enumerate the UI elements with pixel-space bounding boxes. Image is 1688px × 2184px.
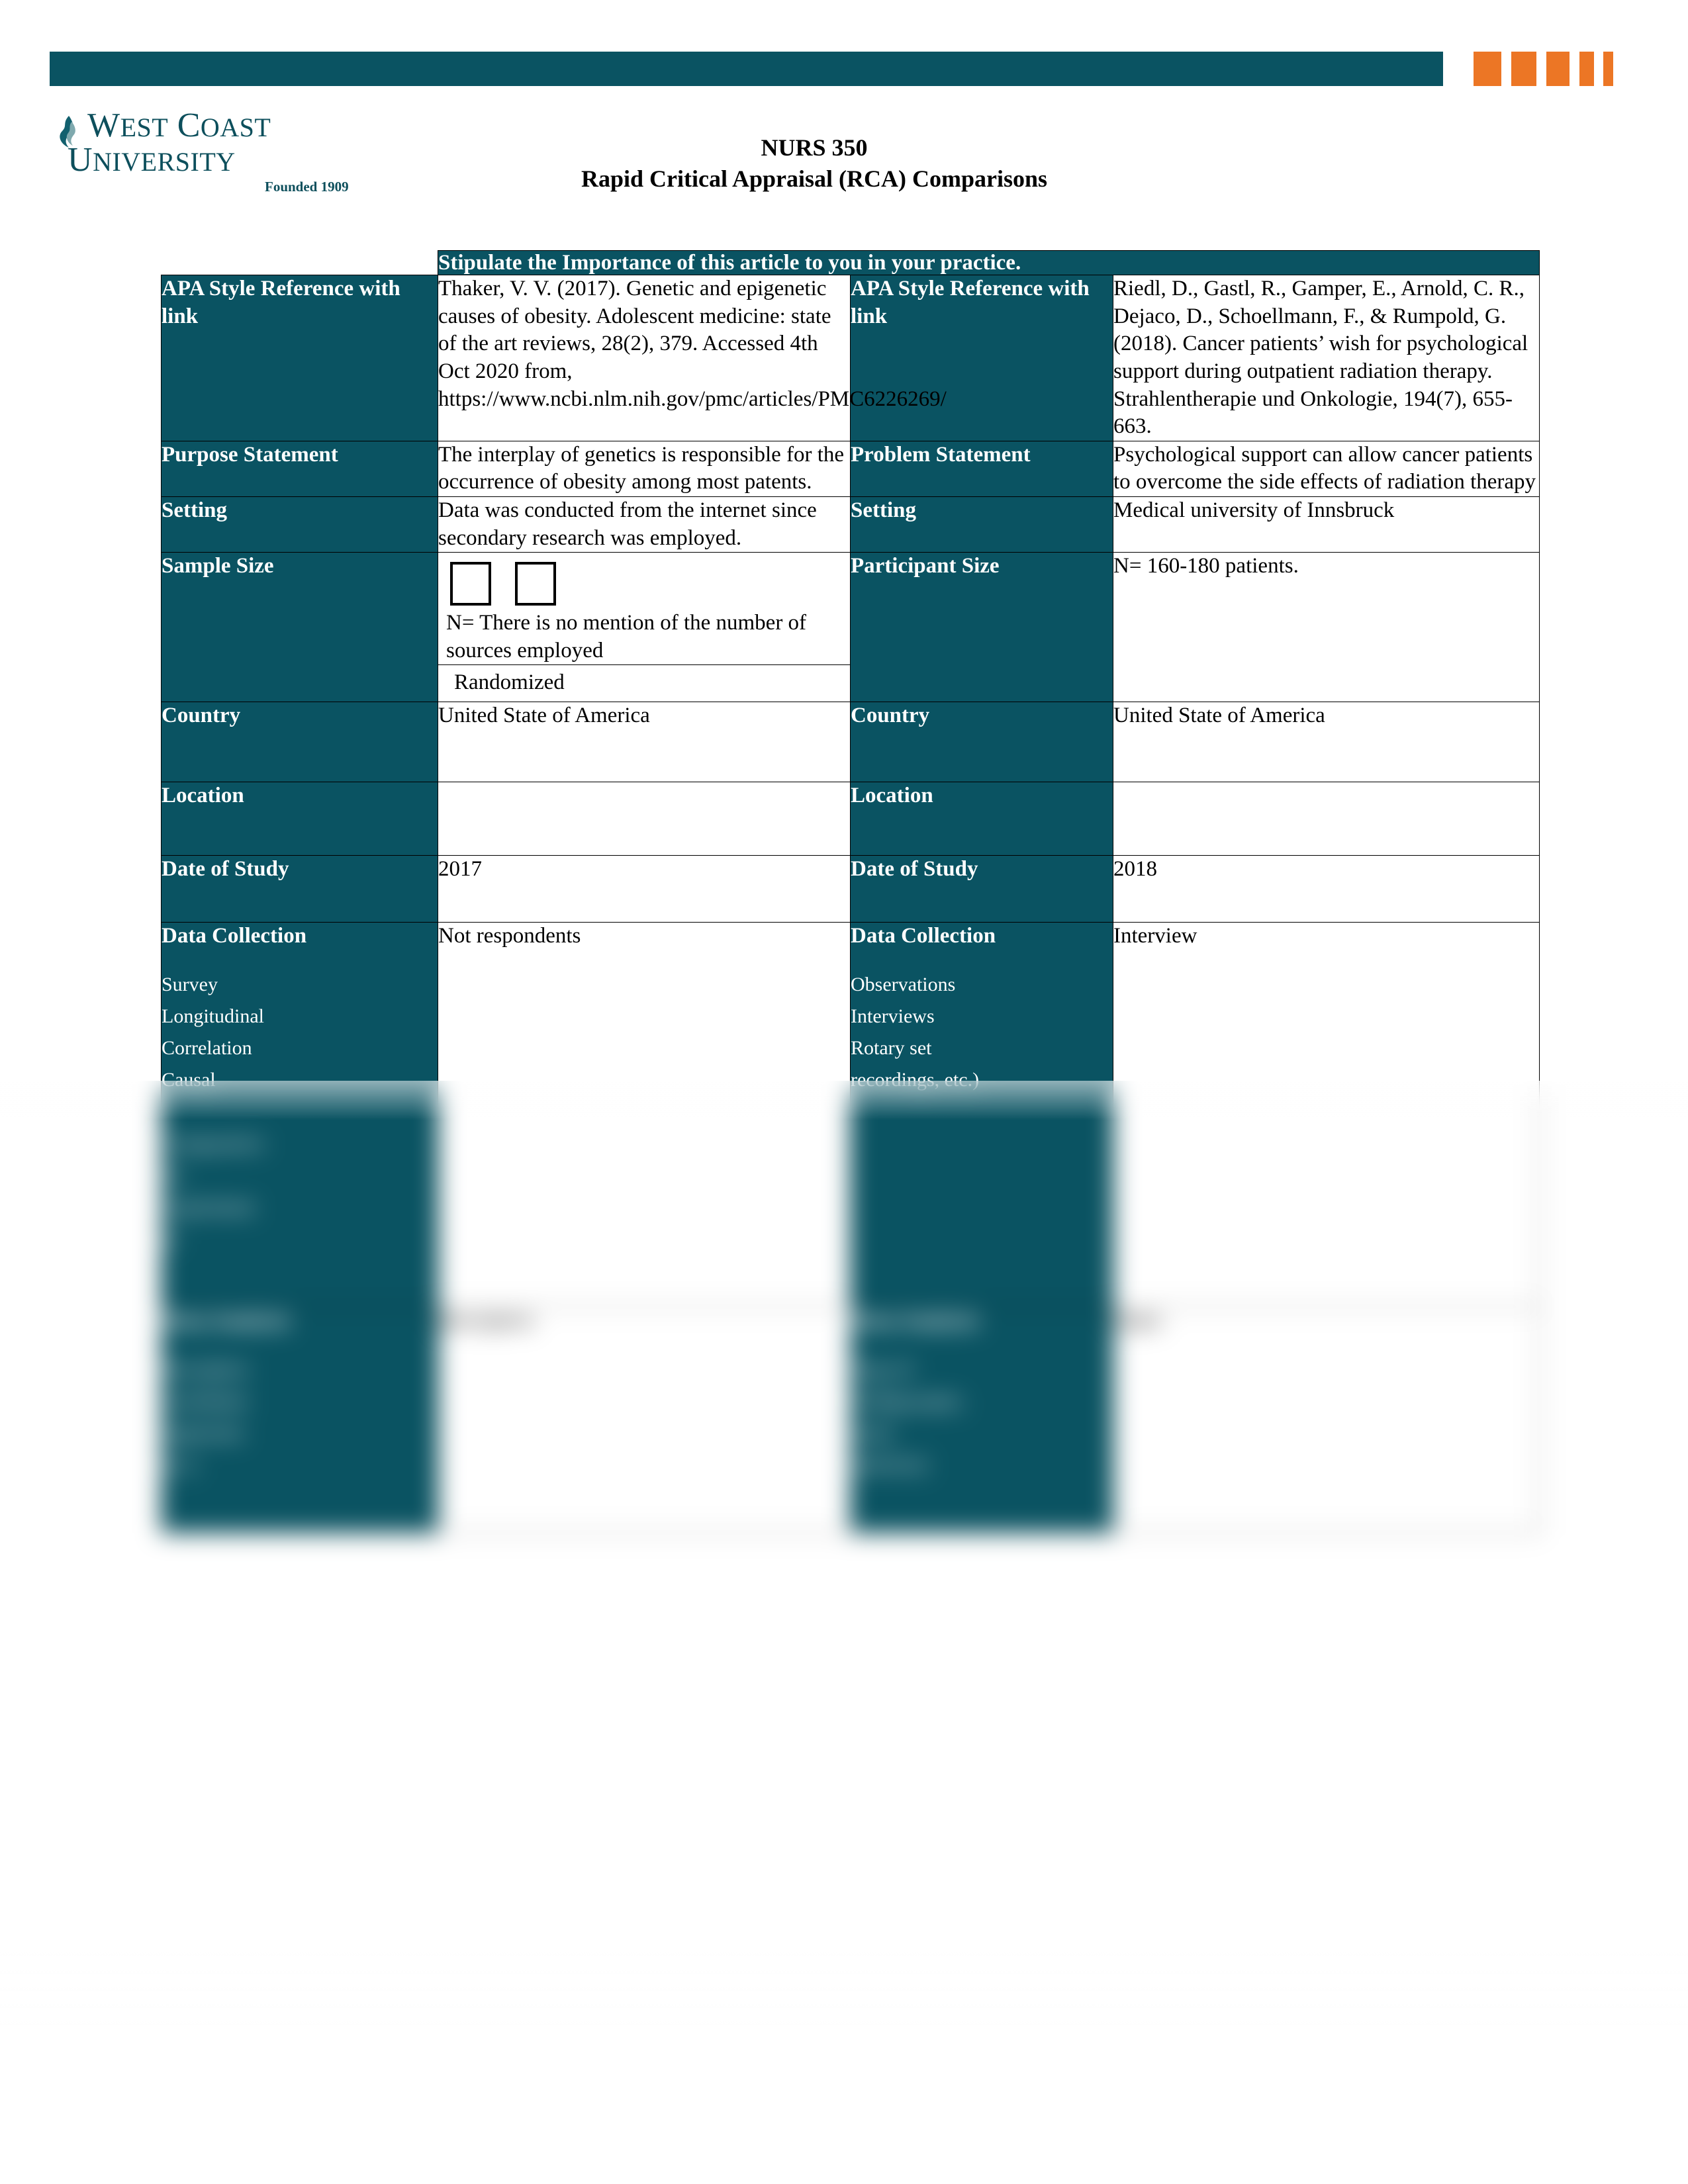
table-row: Country United State of America Country … <box>161 702 1540 783</box>
table-header-cell: Stipulate the Importance of this article… <box>437 250 1540 276</box>
label-participant-size: Participant Size <box>850 552 1113 703</box>
label-country-right: Country <box>850 702 1113 783</box>
table-row: Data Collection Survey Longitudinal Correl… <box>161 922 1540 1308</box>
data-analysis-options-right: Type of Coding (open, axial, selective) <box>851 1357 964 1475</box>
table-row: Location Location <box>161 782 1540 856</box>
value-apa-reference-left[interactable]: Thaker, V. V. (2017). Genetic and epigen… <box>438 275 947 441</box>
value-sample-size-n[interactable]: N= There is no mention of the number of … <box>438 606 850 664</box>
value-data-analysis-right[interactable]: Open <box>1112 1306 1540 1533</box>
rca-comparison-table: Stipulate the Importance of this article… <box>161 250 1540 1533</box>
value-date-of-study-left[interactable]: 2017 <box>438 855 851 923</box>
table-row: APA Style Reference with link Thaker, V.… <box>161 275 1540 441</box>
header-spacer-cell <box>161 250 438 275</box>
orange-accent-bar-2 <box>1511 52 1536 86</box>
label-sample-size: Sample Size <box>161 552 438 703</box>
value-sample-size-cell: N= There is no mention of the number of … <box>438 552 851 703</box>
value-country-right[interactable]: United State of America <box>1112 702 1540 783</box>
value-problem-statement[interactable]: Psychological support can allow cancer p… <box>1112 440 1540 497</box>
value-date-of-study-right[interactable]: 2018 <box>1112 855 1540 923</box>
data-collection-options-left: Survey Longitudinal Correlation Causal Compa… <box>162 973 264 1250</box>
label-problem-statement: Problem Statement <box>850 440 1113 497</box>
value-location-left[interactable] <box>438 782 851 856</box>
label-apa-reference-right: APA Style Reference with link <box>850 275 1113 441</box>
table-row: Purpose Statement The interplay of genet… <box>161 440 1540 497</box>
teal-banner-bar <box>50 52 1443 86</box>
label-location-left: Location <box>161 782 438 856</box>
label-data-analysis-left: Data Analysis descriptive correlation regr… <box>161 1306 438 1533</box>
table-row: Sample Size N= There is no mention of th… <box>161 552 1540 703</box>
label-country-left: Country <box>161 702 438 783</box>
label-date-of-study-left: Date of Study <box>161 855 438 923</box>
logo-line-1: WEST COAST <box>87 107 271 144</box>
value-purpose-statement[interactable]: The interplay of genetics is responsible… <box>438 440 851 497</box>
data-collection-title-right: Data Collection <box>851 924 996 948</box>
label-data-collection-right: Data Collection Observations Interviews Ro… <box>850 922 1113 1308</box>
orange-accent-bar-3 <box>1546 52 1570 86</box>
checkbox-unchecked-2[interactable] <box>515 562 556 606</box>
value-sample-size-randomized[interactable]: Randomized <box>438 664 850 702</box>
table-row: Data Analysis descriptive correlation regr… <box>161 1306 1540 1533</box>
label-apa-reference-left: APA Style Reference with link <box>161 275 438 441</box>
label-purpose-statement: Purpose Statement <box>161 440 438 497</box>
label-data-collection-left: Data Collection Survey Longitudinal Correl… <box>161 922 438 1308</box>
orange-accent-bar-1 <box>1474 52 1501 86</box>
redaction-bottom-fade <box>0 1939 1688 2025</box>
data-analysis-title-left: Data Analysis <box>162 1308 290 1333</box>
university-logo: WEST COAST UNIVERSITY Founded 1909 <box>53 106 384 195</box>
orange-accent-bar-5 <box>1603 52 1613 86</box>
checkbox-unchecked-1[interactable] <box>450 562 491 606</box>
value-apa-reference-right[interactable]: Riedl, D., Gastl, R., Gamper, E., Arnold… <box>1112 275 1540 441</box>
logo-founded-text: Founded 1909 <box>265 179 349 195</box>
label-data-analysis-right: Data Analysis Type of Coding (open, axial,… <box>850 1306 1113 1533</box>
label-location-right: Location <box>850 782 1113 856</box>
value-data-analysis-left[interactable]: descriptive <box>438 1306 851 1533</box>
label-setting-right: Setting <box>850 496 1113 553</box>
value-country-left[interactable]: United State of America <box>438 702 851 783</box>
value-participant-size[interactable]: N= 160-180 patients. <box>1112 552 1540 703</box>
data-analysis-options-left: descriptive correlation regression etc.) <box>162 1357 249 1475</box>
value-setting-right[interactable]: Medical university of Innsbruck <box>1112 496 1540 553</box>
value-location-right[interactable] <box>1112 782 1540 856</box>
document-subtitle: Rapid Critical Appraisal (RCA) Compariso… <box>581 165 1048 192</box>
data-analysis-title-right: Data Analysis <box>851 1308 979 1333</box>
data-collection-title-left: Data Collection <box>162 924 307 948</box>
value-data-collection-right[interactable]: Interview <box>1112 922 1540 1308</box>
table-row: Date of Study 2017 Date of Study 2018 <box>161 855 1540 923</box>
table-row: Setting Data was conducted from the inte… <box>161 496 1540 553</box>
value-data-collection-left[interactable]: Not respondents <box>438 922 851 1308</box>
label-date-of-study-right: Date of Study <box>850 855 1113 923</box>
table-header-row: Stipulate the Importance of this article… <box>161 250 1540 276</box>
course-code: NURS 350 <box>761 134 868 161</box>
header-banner <box>0 52 1688 86</box>
logo-line-2: UNIVERSITY <box>68 141 236 179</box>
label-setting-left: Setting <box>161 496 438 553</box>
data-collection-options-right: Observations Interviews Rotary set recordin… <box>851 973 980 1091</box>
value-setting-left[interactable]: Data was conducted from the internet sin… <box>438 496 851 553</box>
page-title: NURS 350 Rapid Critical Appraisal (RCA) … <box>424 132 1205 195</box>
orange-accent-bar-4 <box>1579 52 1594 86</box>
sample-size-checkbox-group <box>438 553 850 606</box>
